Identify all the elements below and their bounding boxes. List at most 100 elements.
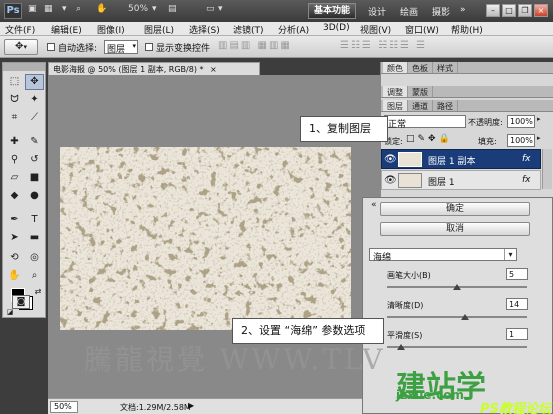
tool-preset-picker[interactable]: ✥ ▾ [4, 39, 38, 55]
shape-tool-icon[interactable]: ▬ [25, 230, 44, 246]
pen-tool-icon[interactable]: ✒ [5, 212, 24, 228]
move-tool-icon[interactable]: ✥ [25, 74, 44, 90]
blur-tool-icon[interactable]: ◆ [5, 188, 24, 204]
tab-color[interactable]: 颜色 [383, 62, 408, 73]
menu-layer[interactable]: 图层(L) [144, 23, 174, 36]
layers-scrollbar[interactable] [542, 149, 552, 189]
definition-slider[interactable] [387, 316, 527, 318]
app-zoom-level[interactable]: 50% [128, 4, 148, 18]
history-brush-icon[interactable]: ↺ [25, 152, 44, 168]
brush-size-field[interactable]: 5 [506, 268, 528, 280]
chevron-down-icon[interactable]: ▾ [152, 4, 157, 18]
distribute-buttons[interactable]: ☰☷☰ ☵☷☰ ☰ [340, 40, 460, 54]
default-colors-icon[interactable]: ◪ [5, 308, 15, 316]
chevron-down-icon[interactable]: ▾ [218, 4, 223, 18]
quick-mask-icon[interactable]: ◙ [12, 295, 30, 309]
menu-window[interactable]: 窗口(W) [405, 23, 439, 36]
blend-mode-dropdown[interactable]: 正常 [384, 115, 466, 130]
path-selection-icon[interactable]: ➤ [5, 230, 24, 246]
tab-adjustments[interactable]: 调整 [383, 86, 408, 97]
lock-icons[interactable]: □✎✥🔒 [406, 134, 453, 144]
chevron-right-icon[interactable]: ▸ [537, 135, 541, 142]
fill-field[interactable]: 100% [507, 134, 535, 147]
menu-analysis[interactable]: 分析(A) [278, 23, 309, 36]
bridge-icon[interactable]: ▣ [28, 4, 37, 18]
screen-mode-icon[interactable]: ▭ [206, 4, 215, 18]
align-buttons[interactable]: ▥▤▥ ▦▥▦ [218, 40, 330, 54]
smoothness-slider[interactable] [387, 346, 527, 348]
workspace-essentials-button[interactable]: 基本功能 [308, 3, 356, 19]
zoom-tool-icon[interactable]: ⌕ [25, 268, 44, 284]
hand-tool-icon[interactable]: ✋ [5, 268, 24, 284]
swap-colors-icon[interactable]: ⇄ [33, 288, 43, 296]
tools-panel-header[interactable] [3, 63, 45, 71]
gradient-tool-icon[interactable]: ■ [25, 170, 44, 186]
healing-brush-icon[interactable]: ✚ [5, 134, 24, 150]
show-transform-checkbox[interactable] [145, 43, 153, 51]
close-tab-icon[interactable]: × [210, 65, 217, 74]
3d-rotate-icon[interactable]: ⟲ [5, 250, 24, 266]
fx-icon[interactable]: fx [522, 154, 531, 164]
auto-select-dropdown[interactable]: 图层 ▾ [104, 40, 138, 55]
fx-icon[interactable]: fx [522, 175, 531, 185]
tab-masks[interactable]: 蒙版 [408, 86, 433, 97]
definition-slider-knob[interactable] [461, 314, 470, 320]
tab-paths[interactable]: 路径 [433, 100, 458, 111]
brush-size-slider-knob[interactable] [453, 284, 461, 290]
collapse-icon[interactable]: « [371, 201, 377, 210]
crop-tool-icon[interactable]: ⌗ [5, 110, 24, 126]
smoothness-slider-knob[interactable] [397, 344, 405, 350]
menu-file[interactable]: 文件(F) [5, 23, 35, 36]
workspace-more[interactable]: » [460, 5, 466, 15]
document-image[interactable] [60, 147, 351, 330]
close-icon[interactable]: × [534, 4, 548, 17]
workspace-painting[interactable]: 绘画 [400, 5, 418, 18]
tab-channels[interactable]: 通道 [408, 100, 433, 111]
arrange-docs-icon[interactable]: ▤ [168, 4, 177, 18]
cancel-button[interactable]: 取消 [380, 222, 530, 236]
definition-field[interactable]: 14 [506, 298, 528, 310]
layer-name[interactable]: 图层 1 [428, 175, 455, 188]
workspace-design[interactable]: 设计 [368, 5, 386, 18]
menu-help[interactable]: 帮助(H) [451, 23, 483, 36]
3d-orbit-icon[interactable]: ◎ [25, 250, 44, 266]
eraser-icon[interactable]: ▱ [5, 170, 24, 186]
tab-layers[interactable]: 图层 [383, 100, 408, 111]
chevron-right-icon[interactable]: ▸ [537, 116, 541, 123]
filter-select[interactable]: 海绵 ▾ [369, 248, 517, 263]
tab-styles[interactable]: 样式 [433, 62, 458, 73]
eye-icon[interactable]: 👁 [384, 155, 397, 165]
menu-image[interactable]: 图像(I) [97, 23, 125, 36]
eye-icon[interactable]: 👁 [384, 176, 397, 186]
workspace-photography[interactable]: 摄影 [432, 5, 450, 18]
extras-icon[interactable]: ▾ [62, 4, 67, 18]
menu-edit[interactable]: 编辑(E) [51, 23, 82, 36]
menu-3d[interactable]: 3D(D) [323, 23, 350, 33]
layer-name[interactable]: 图层 1 副本 [428, 154, 475, 167]
opacity-field[interactable]: 100% [507, 115, 535, 128]
document-tab[interactable]: 电影海报 @ 50% (图层 1 副本, RGB/8) * × [48, 62, 260, 75]
menu-select[interactable]: 选择(S) [189, 23, 220, 36]
hand-icon[interactable]: ✋ [96, 4, 107, 18]
status-menu-arrow-icon[interactable]: ▶ [188, 401, 194, 410]
clone-stamp-icon[interactable]: ⚲ [5, 152, 24, 168]
restore-icon[interactable]: ❐ [518, 4, 532, 17]
status-zoom-field[interactable]: 50% [50, 401, 78, 413]
magic-wand-icon[interactable]: ✦ [25, 92, 44, 108]
dodge-tool-icon[interactable]: ● [25, 188, 44, 204]
marquee-tool-icon[interactable]: ⬚ [5, 74, 24, 90]
minibridge-icon[interactable]: ▦ [44, 4, 53, 18]
ok-button[interactable]: 确定 [380, 202, 530, 216]
layer-row[interactable]: 👁 图层 1 fx [381, 170, 541, 190]
maximize-icon[interactable]: □ [502, 4, 516, 17]
eyedropper-icon[interactable]: ⟋ [25, 110, 44, 126]
layer-row-selected[interactable]: 👁 图层 1 副本 fx [381, 149, 541, 169]
zoom-tool-icon[interactable]: ⌕ [76, 4, 81, 18]
brush-tool-icon[interactable]: ✎ [25, 134, 44, 150]
menu-view[interactable]: 视图(V) [360, 23, 391, 36]
menu-filter[interactable]: 滤镜(T) [233, 23, 264, 36]
auto-select-checkbox[interactable] [47, 43, 55, 51]
smoothness-field[interactable]: 1 [506, 328, 528, 340]
lasso-tool-icon[interactable]: ᗢ [5, 92, 24, 108]
type-tool-icon[interactable]: T [25, 212, 44, 228]
